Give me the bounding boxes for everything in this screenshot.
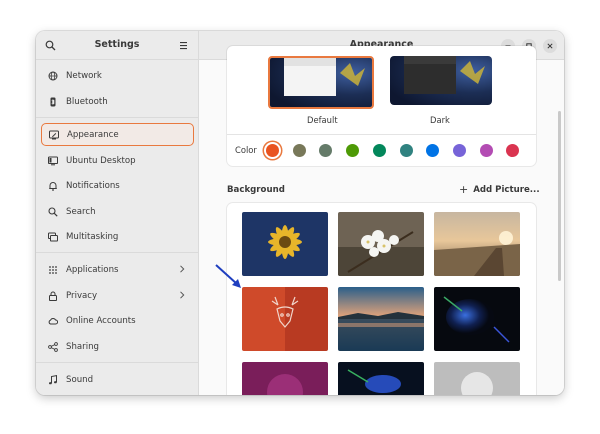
- sidebar-item-ubuntu-desktop[interactable]: Ubuntu Desktop: [41, 149, 194, 172]
- style-card: Default Dark Color: [227, 46, 536, 166]
- wallpaper-thumbnail[interactable]: [434, 362, 520, 395]
- sidebar-item-applications[interactable]: Applications: [41, 258, 194, 281]
- sidebar-item-label: Bluetooth: [66, 96, 108, 107]
- wallpaper-thumbnail[interactable]: [338, 362, 424, 395]
- background-section-label: Background: [227, 185, 285, 195]
- card-divider: [227, 134, 536, 135]
- sidebar-item-label: Online Accounts: [66, 315, 136, 326]
- sidebar: Settings Network Bluetooth Appearance Ub…: [36, 31, 199, 395]
- sidebar-item-multitasking[interactable]: Multitasking: [41, 225, 194, 248]
- sidebar-item-bluetooth[interactable]: Bluetooth: [41, 90, 194, 113]
- sidebar-item-label: Sharing: [66, 341, 99, 352]
- color-swatch[interactable]: [479, 144, 493, 157]
- search-icon: [48, 206, 58, 217]
- sidebar-item-label: Sound: [66, 374, 94, 385]
- color-swatch[interactable]: [319, 144, 333, 157]
- sidebar-item-appearance[interactable]: Appearance: [41, 123, 194, 146]
- sidebar-item-label: Multitasking: [66, 231, 119, 242]
- color-swatch[interactable]: [426, 144, 440, 157]
- add-picture-label: Add Picture...: [473, 185, 540, 195]
- sidebar-item-label: Appearance: [67, 129, 119, 140]
- sidebar-title: Settings: [94, 39, 140, 50]
- sidebar-item-label: Applications: [66, 264, 119, 275]
- appearance-icon: [49, 130, 59, 140]
- close-button[interactable]: [543, 39, 557, 53]
- theme-default-label: Default: [307, 115, 338, 125]
- sidebar-item-label: Search: [66, 206, 96, 217]
- color-swatch[interactable]: [506, 144, 520, 157]
- sidebar-item-label: Privacy: [66, 290, 98, 301]
- ubuntu-desktop-icon: [48, 156, 58, 166]
- sidebar-item-privacy[interactable]: Privacy: [41, 284, 194, 307]
- chevron-right-icon: [180, 265, 185, 273]
- music-note-icon: [48, 374, 58, 385]
- background-card: [227, 203, 536, 395]
- sidebar-item-label: Ubuntu Desktop: [66, 155, 136, 166]
- scrollbar[interactable]: [558, 111, 561, 281]
- sidebar-item-search[interactable]: Search: [41, 200, 194, 223]
- wallpaper-thumbnail[interactable]: [434, 212, 520, 276]
- add-picture-button[interactable]: + Add Picture...: [459, 183, 540, 196]
- color-swatch[interactable]: [292, 144, 306, 157]
- hamburger-menu-icon[interactable]: [179, 41, 188, 50]
- color-swatch[interactable]: [346, 144, 360, 157]
- color-swatch[interactable]: [372, 144, 386, 157]
- sidebar-header: Settings: [36, 31, 198, 60]
- color-label: Color: [235, 145, 257, 155]
- wallpaper-thumbnail[interactable]: [338, 212, 424, 276]
- sidebar-divider: [36, 117, 199, 118]
- settings-window: Settings Network Bluetooth Appearance Ub…: [36, 31, 564, 395]
- annotation-arrow-icon: [215, 264, 241, 288]
- color-swatch[interactable]: [399, 144, 413, 157]
- sidebar-divider: [36, 362, 199, 363]
- close-icon: [547, 43, 553, 49]
- sidebar-item-sharing[interactable]: Sharing: [41, 335, 194, 358]
- sidebar-item-label: Notifications: [66, 180, 120, 191]
- bluetooth-icon: [48, 97, 58, 107]
- plus-icon: +: [459, 183, 469, 196]
- multitasking-icon: [48, 232, 58, 242]
- theme-dark-thumbnail[interactable]: [390, 56, 492, 105]
- sidebar-item-online-accounts[interactable]: Online Accounts: [41, 309, 194, 332]
- main-panel: Appearance Default Dark Color Background…: [199, 31, 564, 395]
- theme-default-thumbnail[interactable]: [268, 56, 374, 109]
- sidebar-item-label: Network: [66, 70, 102, 81]
- sidebar-item-network[interactable]: Network: [41, 64, 194, 87]
- color-swatch[interactable]: [266, 144, 279, 157]
- network-icon: [48, 71, 58, 81]
- lock-icon: [48, 291, 58, 301]
- wallpaper-thumbnail[interactable]: [242, 287, 328, 351]
- color-swatch[interactable]: [452, 144, 466, 157]
- sidebar-item-notifications[interactable]: Notifications: [41, 174, 194, 197]
- sidebar-item-sound[interactable]: Sound: [41, 368, 194, 391]
- chevron-right-icon: [180, 291, 185, 299]
- grid-icon: [48, 265, 58, 275]
- wallpaper-thumbnail[interactable]: [434, 287, 520, 351]
- cloud-icon: [48, 316, 58, 326]
- wallpaper-thumbnail[interactable]: [338, 287, 424, 351]
- theme-dark-label: Dark: [430, 115, 450, 125]
- wallpaper-thumbnail[interactable]: [242, 362, 328, 395]
- sidebar-divider: [36, 252, 199, 253]
- wallpaper-thumbnail[interactable]: [242, 212, 328, 276]
- bell-icon: [48, 181, 58, 191]
- share-icon: [48, 341, 58, 352]
